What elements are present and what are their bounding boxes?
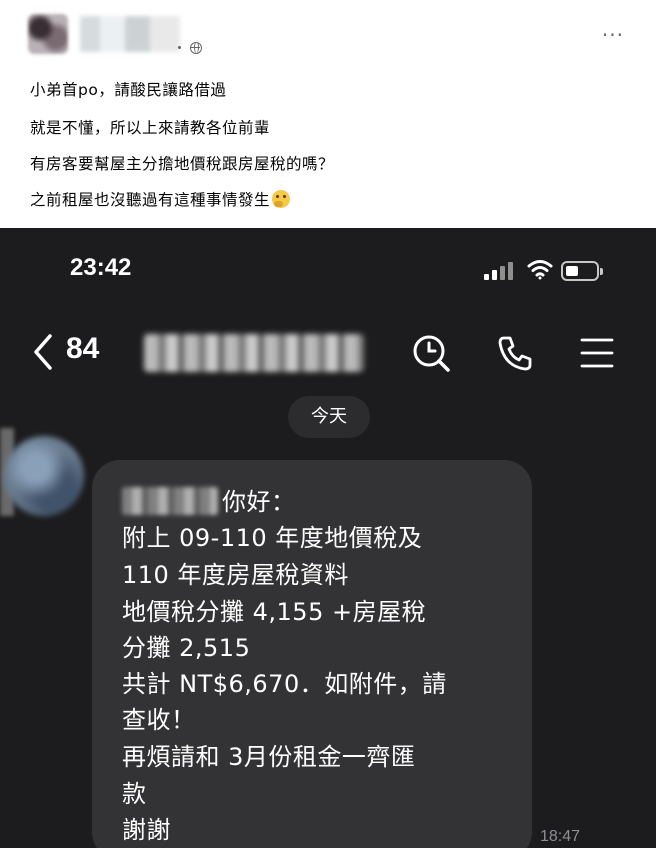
message-line-5: 共計 NT$6,670．如附件，請 — [122, 670, 447, 698]
post-line-2: 就是不懂，所以上來請教各位前輩 — [30, 119, 271, 137]
message-timestamp: 18:47 — [540, 828, 581, 845]
thinking-face-icon — [272, 190, 291, 208]
status-bar-time: 23:42 — [70, 254, 132, 281]
post-line-4: 之前租屋也沒聽過有這種事情發生 — [30, 188, 291, 210]
post-line-4-text: 之前租屋也沒聽過有這種事情發生 — [30, 191, 271, 209]
separator-dot — [178, 46, 181, 49]
message-line-6: 查收！ — [122, 706, 196, 734]
post-line-3: 有房客要幫屋主分擔地價稅跟房屋稅的嗎？ — [30, 155, 335, 173]
signal-icon — [484, 262, 518, 280]
wifi-icon — [527, 260, 553, 280]
message-line-4: 分攤 2,515 — [122, 634, 251, 662]
back-chevron-icon[interactable] — [30, 332, 56, 372]
greeting-text: 你好： — [222, 488, 296, 516]
post-line-1: 小弟首po，請酸民讓路借過 — [30, 81, 227, 99]
message-line-1: 附上 09-110 年度地價稅及 — [122, 524, 423, 552]
recipient-name-redacted — [122, 487, 218, 515]
battery-icon — [561, 261, 603, 281]
phone-icon[interactable] — [494, 332, 536, 374]
message-line-9: 謝謝 — [122, 816, 171, 844]
sender-avatar[interactable] — [4, 436, 84, 516]
more-options-icon[interactable]: ··· — [602, 25, 624, 45]
message-line-8: 款 — [122, 780, 147, 808]
unread-count[interactable]: 84 — [66, 332, 99, 366]
contact-name-redacted[interactable] — [144, 334, 364, 372]
date-chip: 今天 — [288, 396, 370, 438]
message-line-greeting: 你好： — [122, 482, 296, 517]
search-icon[interactable] — [410, 332, 452, 374]
message-line-3: 地價稅分攤 4,155 +房屋稅 — [122, 598, 427, 626]
menu-icon[interactable] — [580, 336, 614, 370]
phone-screenshot: 23:42 84 今天 你好： 附上 09-110 年度地價稅及 110 年度房… — [0, 228, 656, 848]
author-name-redacted[interactable] — [80, 16, 180, 52]
author-avatar[interactable] — [28, 14, 68, 54]
post-header: ··· 小弟首po，請酸民讓路借過 就是不懂，所以上來請教各位前輩 有房客要幫屋… — [0, 0, 656, 228]
globe-icon — [190, 42, 202, 54]
message-line-7: 再煩請和 3月份租金一齊匯 — [122, 743, 416, 771]
message-line-2: 110 年度房屋稅資料 — [122, 561, 349, 589]
